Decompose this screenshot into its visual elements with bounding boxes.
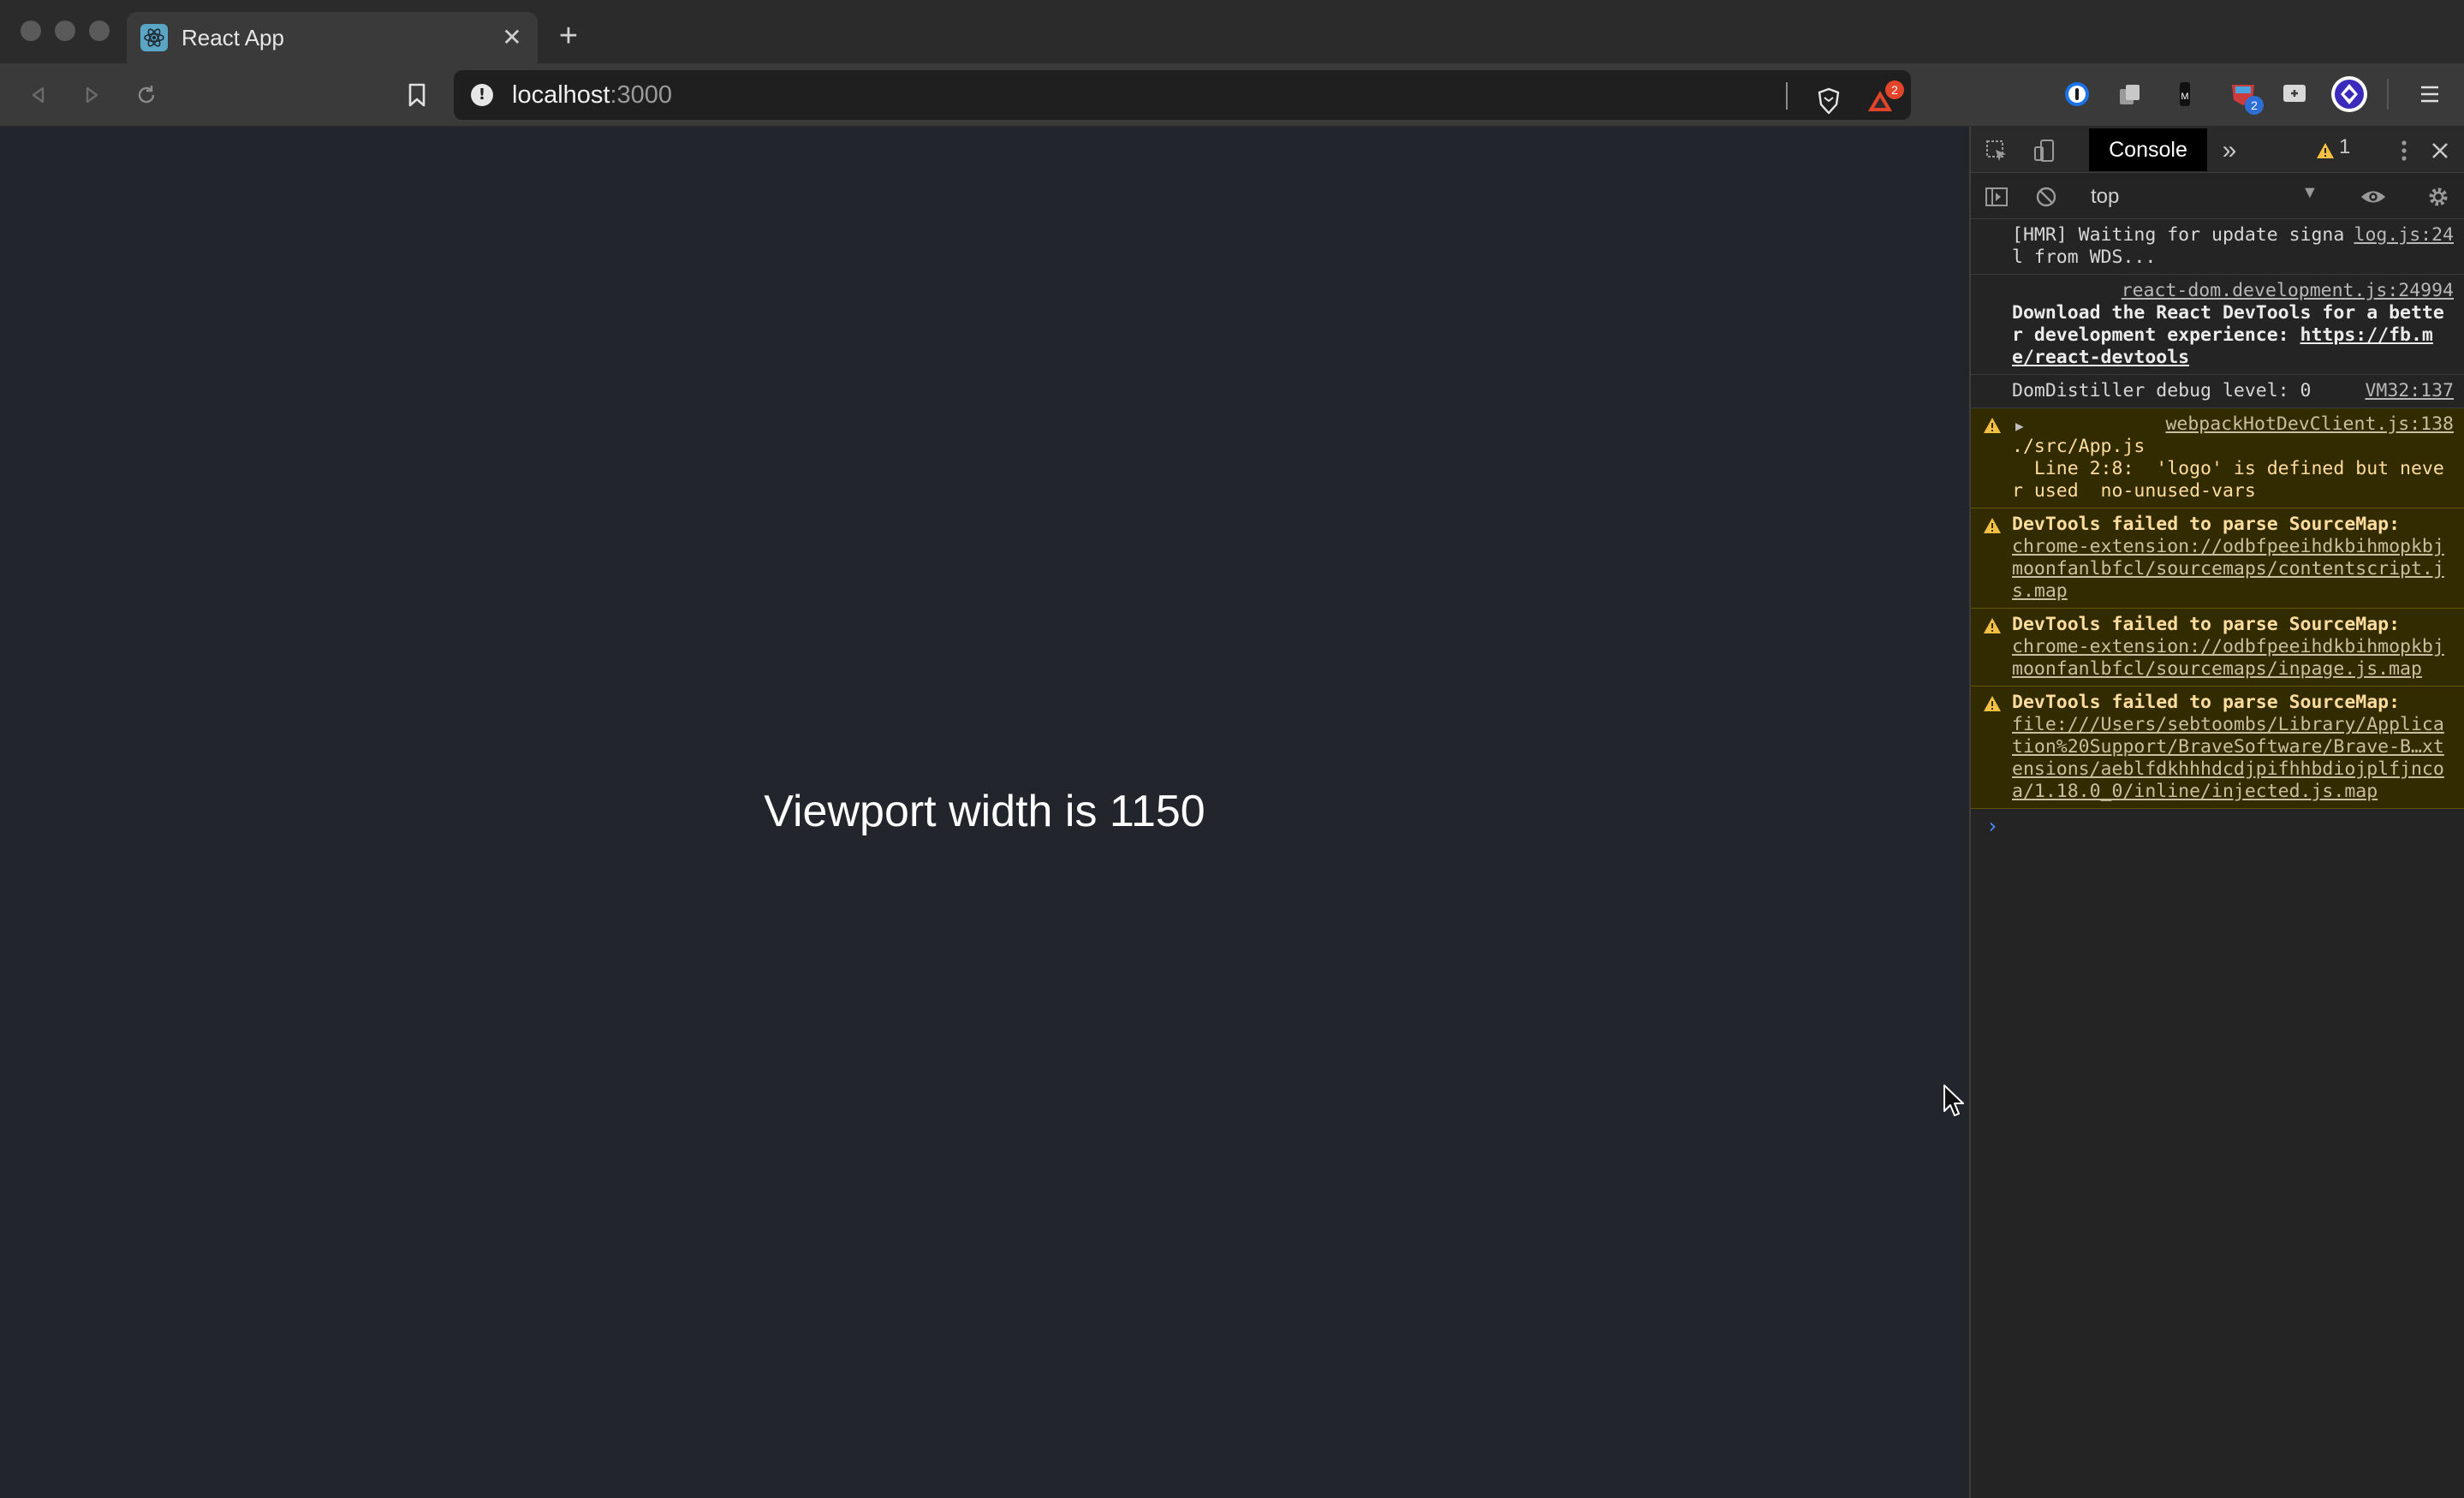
warning-count[interactable]: 1 [2339, 135, 2350, 159]
message-source-link[interactable]: VM32:137 [2365, 380, 2454, 402]
message-link[interactable]: file:///Users/sebtoombs/Library/Applicat… [2012, 714, 2454, 803]
message-text: DevTools failed to parse SourceMap: [2012, 614, 2401, 635]
browser-tab-strip: React App ✕ + [0, 0, 2464, 63]
console-warning[interactable]: DevTools failed to parse SourceMap: chro… [1971, 508, 2464, 609]
message-text: ./src/App.js Line 2:8: 'logo' is defined… [2012, 436, 2444, 502]
console-message[interactable]: log.js:24 [HMR] Waiting for update signa… [1971, 219, 2464, 275]
react-logo-icon [140, 24, 168, 51]
warning-icon [1983, 417, 2002, 440]
site-info-icon[interactable]: ! [471, 84, 493, 106]
live-expression-eye-icon[interactable] [2360, 183, 2387, 211]
more-tabs-icon[interactable]: » [2216, 136, 2243, 164]
extension-stack-icon[interactable] [2111, 75, 2149, 113]
console-filter-bar: top ▼ [1971, 173, 2464, 219]
message-source-link[interactable]: react-dom.development.js:24994 [2122, 280, 2454, 302]
console-messages: log.js:24 [HMR] Waiting for update signa… [1971, 219, 2464, 843]
message-source-link[interactable]: log.js:24 [2354, 224, 2455, 247]
close-devtools-icon[interactable] [2426, 137, 2454, 164]
extension-badge: 2 [2245, 96, 2264, 115]
prompt-chevron-icon: › [1986, 814, 1999, 838]
address-bar[interactable]: ! localhost:3000 2 [454, 70, 1911, 120]
page-viewport: Viewport width is 1150 [0, 127, 1969, 1498]
toolbar-divider [2387, 79, 2389, 110]
console-warning[interactable]: DevTools failed to parse SourceMap: chro… [1971, 609, 2464, 687]
back-icon[interactable] [21, 77, 57, 113]
kebab-menu-icon[interactable] [2390, 137, 2418, 164]
console-message[interactable]: react-dom.development.js:24994 Download … [1971, 275, 2464, 375]
tab-title: React App [182, 25, 284, 51]
1password-icon[interactable] [2058, 75, 2096, 113]
message-text: DomDistiller debug level: 0 [2012, 380, 2312, 401]
bookmark-icon[interactable] [399, 77, 435, 113]
browser-toolbar: ! localhost:3000 2 M 2 [0, 63, 2464, 127]
profile-avatar-icon[interactable] [2330, 75, 2368, 113]
forward-icon[interactable] [74, 77, 110, 113]
tab-close-icon[interactable]: ✕ [495, 21, 529, 55]
devtools-panel: Console » 1 top ▼ log.js:24 [HMR] Waitin… [1969, 127, 2464, 1498]
menu-icon[interactable] [2411, 75, 2449, 113]
react-devtools-extension-icon[interactable]: 2 [2224, 75, 2264, 115]
tab-console[interactable]: Console [2089, 128, 2207, 171]
inspect-element-icon[interactable] [1983, 137, 2010, 164]
window-minimize-button[interactable] [55, 21, 75, 41]
window-zoom-button[interactable] [89, 21, 110, 41]
mouse-cursor-icon [1942, 1084, 1967, 1122]
message-text: DevTools failed to parse SourceMap: [2012, 692, 2401, 713]
warning-icon [2312, 137, 2339, 164]
reload-icon[interactable] [128, 77, 164, 113]
new-tab-button[interactable]: + [551, 19, 586, 53]
address-url[interactable]: localhost:3000 [512, 81, 672, 110]
device-toolbar-icon[interactable] [2031, 137, 2058, 164]
address-separator [1786, 82, 1788, 110]
chat-extension-icon[interactable] [2276, 75, 2313, 113]
warning-icon [1983, 617, 2002, 640]
message-text: DevTools failed to parse SourceMap: [2012, 514, 2401, 535]
console-prompt-input[interactable]: › [1971, 809, 2464, 843]
window-close-button[interactable] [21, 21, 41, 41]
warning-icon [1983, 695, 2002, 718]
devtools-tab-bar: Console » 1 [1971, 127, 2464, 173]
clear-console-icon[interactable] [2033, 183, 2060, 211]
context-dropdown-icon[interactable]: ▼ [2301, 183, 2318, 203]
brave-shields-icon[interactable] [1810, 82, 1848, 120]
rewards-badge: 2 [1885, 80, 1904, 99]
console-warning[interactable]: ▶ webpackHotDevClient.js:138 ./src/App.j… [1971, 408, 2464, 508]
expand-triangle-icon[interactable]: ▶ [2015, 415, 2024, 437]
message-text: [HMR] Waiting for update signal from WDS… [2012, 224, 2345, 268]
viewport-width-text: Viewport width is 1150 [764, 787, 1205, 836]
console-warning[interactable]: DevTools failed to parse SourceMap: file… [1971, 687, 2464, 809]
sidebar-toggle-icon[interactable] [1983, 183, 2010, 211]
warning-icon [1983, 517, 2002, 540]
browser-tab-react-app[interactable]: React App ✕ [127, 12, 538, 63]
metamask-extension-icon[interactable]: M [2166, 75, 2204, 113]
console-message[interactable]: VM32:137 DomDistiller debug level: 0 [1971, 375, 2464, 408]
console-settings-gear-icon[interactable] [2425, 183, 2452, 211]
message-source-link[interactable]: webpackHotDevClient.js:138 [2165, 413, 2454, 436]
message-link[interactable]: chrome-extension://odbfpeeihdkbihmopkbjm… [2012, 636, 2454, 681]
message-link[interactable]: chrome-extension://odbfpeeihdkbihmopkbjm… [2012, 536, 2454, 603]
context-selector[interactable]: top [2091, 185, 2119, 209]
brave-rewards-icon[interactable]: 2 [1861, 80, 1904, 120]
svg-text:M: M [2181, 92, 2188, 102]
